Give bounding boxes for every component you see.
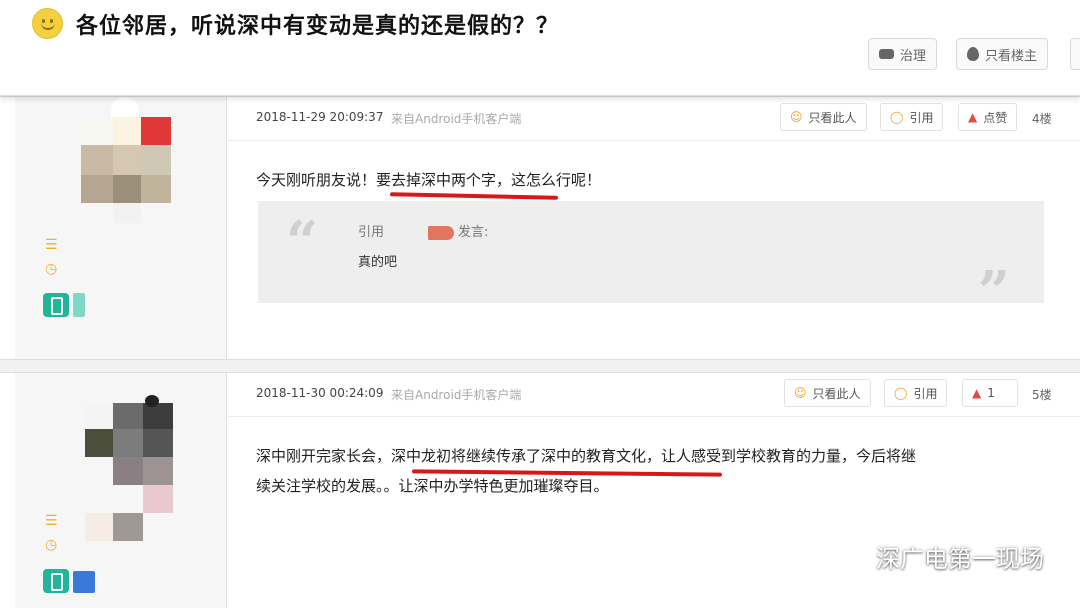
open-quote-icon: “ [286, 209, 319, 275]
wechat-icon [834, 544, 868, 570]
smiley-icon [32, 8, 63, 39]
post-text-part: ，这怎么行呢！ [496, 171, 602, 189]
badge-icon [73, 571, 95, 593]
wechat-watermark: 深广电第一现场 [834, 539, 1044, 574]
quote-button-label: 引用 [909, 110, 934, 125]
only-this-button[interactable]: ☺ 只看此人 [780, 103, 867, 131]
avatar [81, 97, 177, 223]
post-meta-bar: 2018-11-29 20:09:37 来自Android手机客户端 ☺ 只看此… [228, 97, 1080, 141]
thread-title: 各位邻居，听说深中有变动是真的还是假的？？ [76, 14, 560, 39]
only-op-button-label: 只看楼主 [985, 48, 1038, 64]
watermark-text: 深广电第一现场 [876, 545, 1044, 573]
only-this-label: 只看此人 [812, 386, 861, 401]
quote-button[interactable]: ◯ 引用 [880, 103, 944, 131]
post-floor-4: ☰ ◷ 2018-11-29 20:09:37 来自Android手机客户端 ☺… [0, 96, 1080, 360]
reply-button-label: 治理 [900, 48, 927, 64]
quote-block: “ 引用 发言: 真的吧 ” [258, 201, 1044, 325]
post-author-panel: ☰ ◷ [15, 97, 227, 359]
coins-icon: ☰ [45, 237, 58, 253]
post-author-panel: ☰ ◷ [15, 373, 227, 608]
like-button[interactable]: ▲ 点赞 [958, 103, 1018, 131]
thread-header: 各位邻居，听说深中有变动是真的还是假的？？ 治理 只看楼主 [0, 0, 1080, 96]
post-time: 2018-11-29 20:09:37 [256, 110, 384, 124]
post-text-part: ，让人感受到学校教育的力量，今后将继 [646, 447, 917, 465]
like-button[interactable]: ▲ 1 [962, 379, 1018, 407]
post-body: 2018-11-29 20:09:37 来自Android手机客户端 ☺ 只看此… [228, 97, 1080, 359]
only-this-label: 只看此人 [808, 110, 857, 125]
quote-body: 真的吧 [358, 255, 398, 270]
quote-bubble-icon: ◯ [890, 110, 904, 124]
post-text-line: 深中刚开完家长会，深中龙初将继续传承了深中的教育文化，让人感受到学校教育的力量，… [256, 441, 1056, 471]
floor-number: 5楼 [1032, 388, 1052, 402]
post-text-part: 今天刚听朋友说！ [256, 171, 377, 189]
reply-button[interactable]: 治理 [868, 38, 938, 70]
clock-icon: ◷ [45, 261, 58, 277]
quote-button-label: 引用 [913, 386, 938, 401]
post-text-part: 深中刚开完家长会， [256, 447, 392, 465]
floor-number: 4楼 [1032, 112, 1052, 126]
person-icon: ☺ [794, 386, 807, 400]
only-op-button[interactable]: 只看楼主 [956, 38, 1049, 70]
post-text: 今天刚听朋友说！要去掉深中两个字，这怎么行呢！ [256, 165, 601, 195]
quote-said: 发言: [458, 225, 489, 240]
badge-icon [73, 293, 85, 317]
highlighted-text: 要去掉深中两个字 [376, 171, 497, 189]
quote-button[interactable]: ◯ 引用 [884, 379, 948, 407]
quote-label: 引用 [358, 225, 385, 240]
post-source: 来自Android手机客户端 [391, 388, 522, 402]
only-this-button[interactable]: ☺ 只看此人 [784, 379, 871, 407]
quote-header: 引用 发言: [358, 221, 488, 240]
person-icon: ☺ [790, 110, 803, 124]
coins-icon: ☰ [45, 513, 58, 529]
phone-icon [43, 293, 69, 317]
thumbs-up-icon: ▲ [972, 386, 982, 400]
post-meta-bar: 2018-11-30 00:24:09 来自Android手机客户端 ☺ 只看此… [228, 373, 1080, 417]
close-quote-icon: ” [977, 259, 1010, 325]
avatar [85, 391, 185, 561]
highlighted-text: 深中龙初将继续传承了深中的教育文化 [391, 447, 647, 465]
like-count: 1 [987, 386, 995, 400]
quote-bubble-icon: ◯ [894, 386, 908, 400]
thumbs-up-icon: ▲ [968, 110, 978, 124]
clock-icon: ◷ [45, 537, 58, 553]
like-button-label: 点赞 [983, 110, 1008, 125]
post-source: 来自Android手机客户端 [391, 112, 522, 126]
phone-icon [43, 569, 69, 593]
more-button[interactable] [1070, 38, 1080, 70]
drop-icon [967, 47, 979, 61]
post-time: 2018-11-30 00:24:09 [256, 386, 384, 400]
redacted-username [428, 225, 455, 240]
comment-icon [879, 49, 894, 59]
